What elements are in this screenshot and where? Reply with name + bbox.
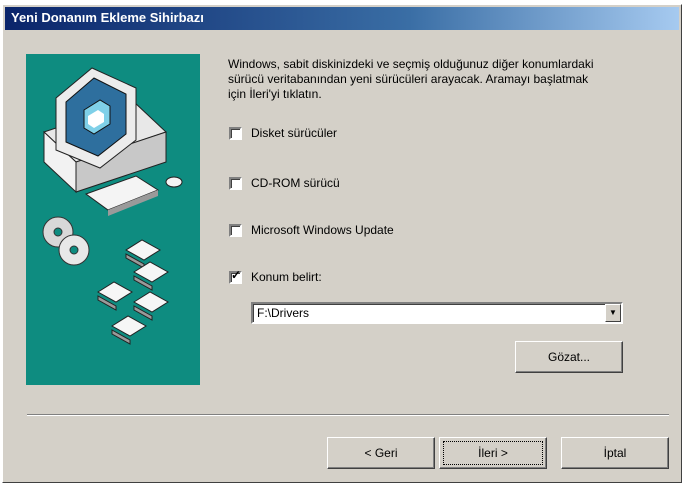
wizard-illustration	[26, 54, 200, 385]
checkbox-windows-update[interactable]: Microsoft Windows Update	[229, 221, 394, 239]
wizard-description: Windows, sabit diskinizdeki ve seçmiş ol…	[228, 57, 594, 101]
checkbox-label[interactable]: Disket sürücüler	[251, 126, 337, 140]
checkbox-floppy-drives[interactable]: Disket sürücüler	[229, 124, 337, 142]
computer-icon	[43, 67, 183, 216]
browse-button[interactable]: Gözat...	[515, 341, 623, 373]
floppy-disks-icon	[97, 239, 169, 345]
title-bar[interactable]: Yeni Donanım Ekleme Sihirbazı	[5, 7, 679, 30]
checkbox-box[interactable]	[229, 176, 242, 190]
checkbox-box[interactable]	[229, 126, 242, 140]
checkbox-box[interactable]: ✓	[229, 267, 242, 284]
cd-discs-icon	[42, 216, 90, 266]
checkbox-label[interactable]: Microsoft Windows Update	[251, 223, 394, 237]
separator	[27, 414, 669, 416]
checkbox-specify-location[interactable]: ✓ Konum belirt:	[229, 268, 322, 286]
window-title: Yeni Donanım Ekleme Sihirbazı	[11, 10, 204, 25]
chevron-down-icon[interactable]: ▼	[605, 304, 621, 322]
next-button[interactable]: İleri >	[439, 437, 547, 469]
checkbox-label[interactable]: CD-ROM sürücü	[251, 176, 340, 190]
location-value[interactable]: F:\Drivers	[257, 306, 309, 320]
check-mark-icon: ✓	[231, 267, 242, 282]
checkbox-cdrom-drive[interactable]: CD-ROM sürücü	[229, 174, 340, 192]
wizard-window: Yeni Donanım Ekleme Sihirbazı Windows, s…	[2, 4, 682, 483]
checkbox-label[interactable]: Konum belirt:	[251, 270, 322, 284]
cancel-button[interactable]: İptal	[561, 437, 669, 469]
back-button[interactable]: < Geri	[327, 437, 435, 469]
checkbox-box[interactable]	[229, 223, 242, 237]
location-combobox[interactable]: F:\Drivers ▼	[251, 302, 623, 324]
